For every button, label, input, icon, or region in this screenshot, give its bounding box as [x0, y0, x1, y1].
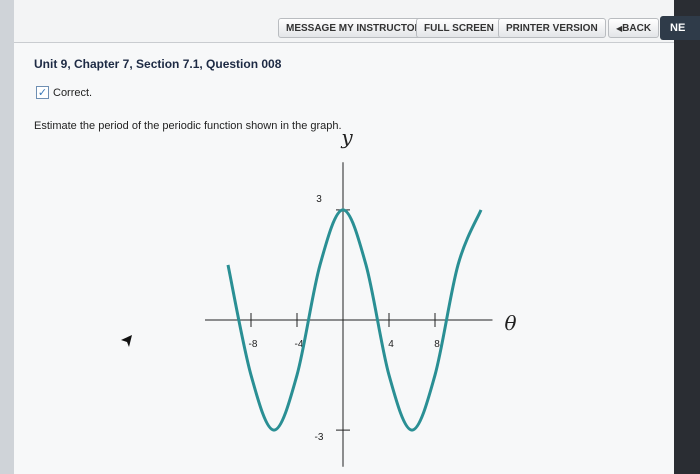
y-tick-label: 3: [316, 194, 322, 205]
x-tick-label: 4: [388, 339, 394, 350]
periodic-function-graph: -8 -4 4 83-3yθ: [205, 125, 517, 467]
y-axis-label: y: [340, 125, 353, 149]
x-axis-label: θ: [504, 311, 516, 335]
mouse-cursor-icon: [121, 335, 132, 347]
y-tick-label: -3: [315, 432, 324, 443]
x-tick-label: 8: [434, 339, 440, 350]
x-tick-label: -8: [249, 339, 258, 350]
